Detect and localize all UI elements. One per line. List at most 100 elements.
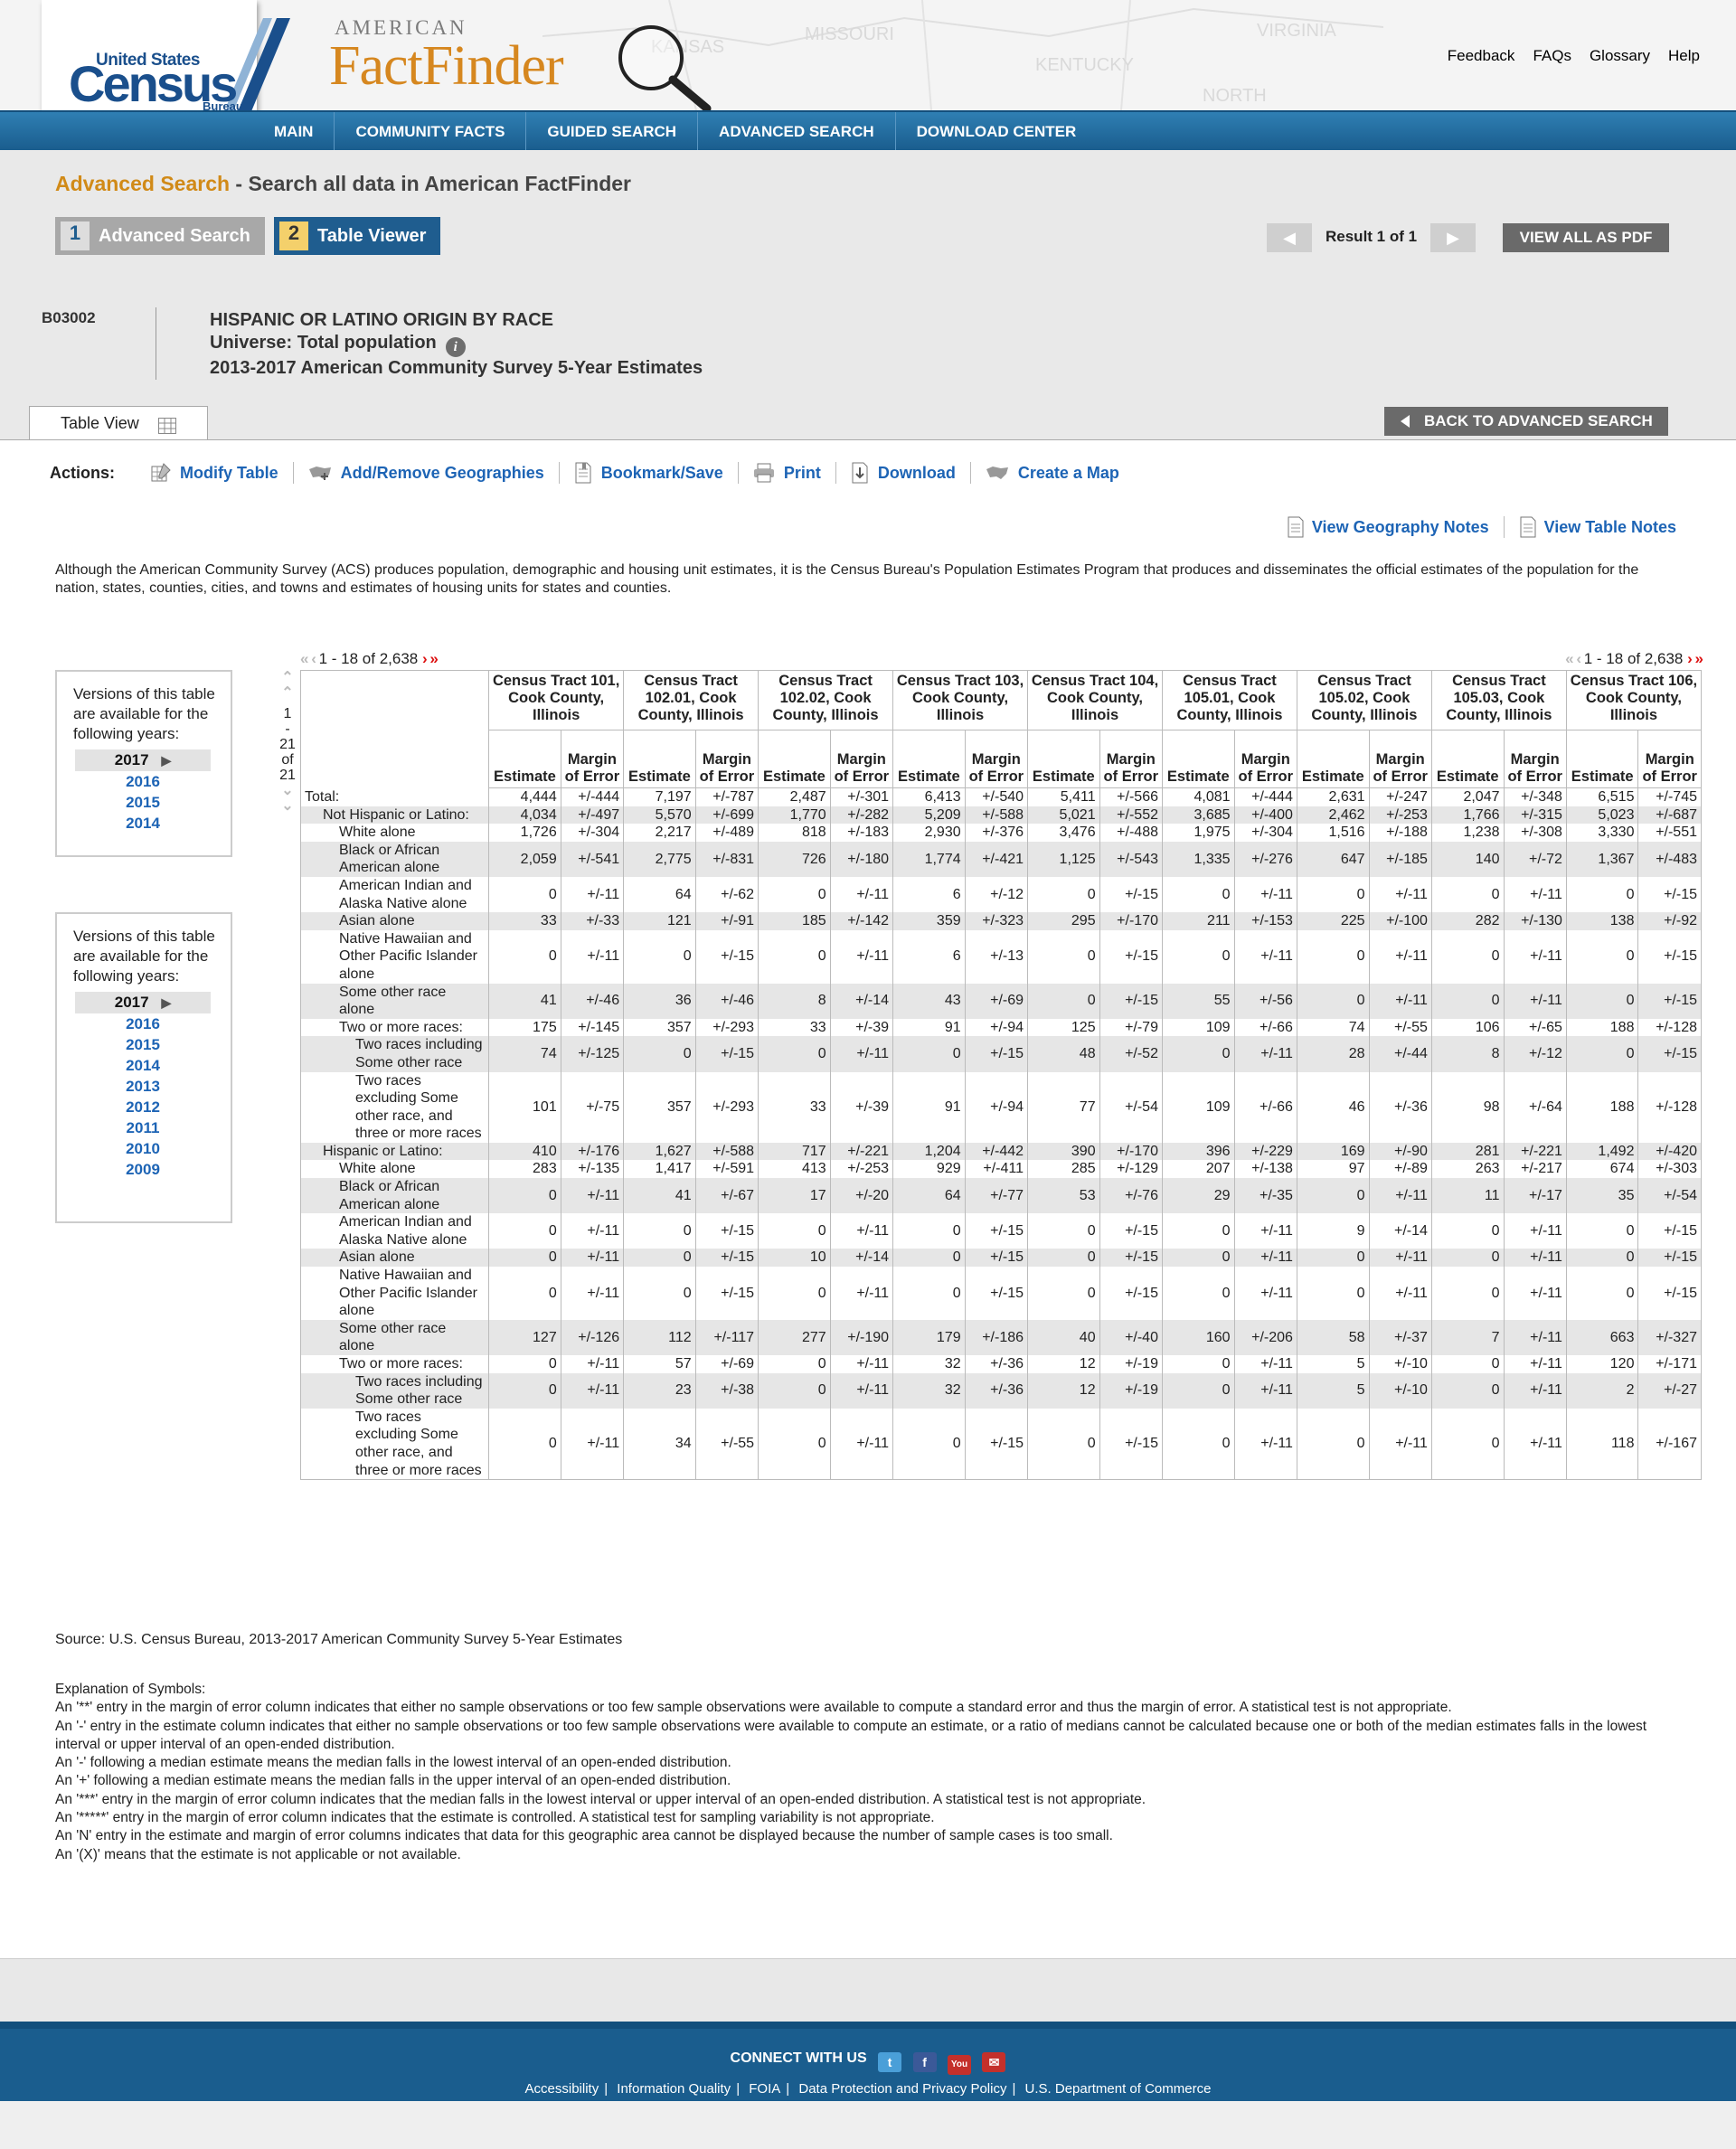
next-page-icon[interactable]: › [422,650,428,667]
margin-of-error-cell: +/-15 [694,1213,760,1249]
youtube-icon[interactable]: You [948,2055,971,2075]
view-all-as-pdf-button[interactable]: VIEW ALL AS PDF [1503,223,1669,252]
information-quality-link[interactable]: Information Quality [617,2081,731,2097]
note-label: View Geography Notes [1311,517,1489,536]
margin-of-error-cell: +/-14 [829,1249,894,1268]
twitter-icon[interactable]: t [878,2052,902,2072]
row-label: Two or more races: [299,1355,490,1373]
scroll-up-first-icon[interactable]: ⌃ [277,670,298,685]
first-page-icon[interactable]: « [1565,650,1574,667]
chevron-left-icon: ◀ [1283,229,1296,247]
last-page-icon[interactable]: » [1695,650,1704,667]
nav-download-center[interactable]: DOWNLOAD CENTER [896,112,1098,152]
view-geography-notes-link[interactable]: View Geography Notes [1272,516,1505,538]
row-label: Total: [299,787,490,806]
margin-of-error-cell: +/-33 [560,912,625,930]
privacy-policy-link[interactable]: Data Protection and Privacy Policy [798,2081,1006,2097]
year-link-4[interactable]: 2013 [75,1076,211,1097]
bookmark-save-button[interactable]: Bookmark/Save [560,462,739,484]
row-label: Black or African American alone [299,1178,490,1214]
estimate-cell: 0 [1565,876,1639,913]
estimate-cell: 33 [758,1071,831,1143]
previous-result-button[interactable]: ◀ [1267,223,1312,252]
row-label: Not Hispanic or Latino: [299,806,490,825]
explanation-heading: Explanation of Symbols: [55,1682,206,1697]
feedback-link[interactable]: Feedback [1448,47,1515,65]
estimate-cell: 0 [1296,983,1370,1019]
create-map-button[interactable]: Create a Map [971,462,1134,484]
add-remove-geographies-button[interactable]: Add/Remove Geographies [294,462,560,484]
year-link-3[interactable]: 2014 [75,813,211,834]
step-table-viewer[interactable]: 2 Table Viewer [274,217,440,255]
modify-table-button[interactable]: Modify Table [137,462,294,484]
glossary-link[interactable]: Glossary [1590,47,1650,65]
nav-guided-search[interactable]: GUIDED SEARCH [526,112,699,152]
first-page-icon[interactable]: « [300,650,309,667]
estimate-cell: 10 [758,1249,831,1268]
estimate-cell: 663 [1565,1319,1639,1355]
geography-header: Census Tract 105.02, Cook County, Illino… [1296,670,1432,730]
year-link-1[interactable]: 2016 [75,771,211,792]
year-link-6[interactable]: 2011 [75,1117,211,1138]
margin-of-error-cell: +/-171 [1637,1355,1702,1373]
department-of-commerce-link[interactable]: U.S. Department of Commerce [1025,2081,1212,2097]
margin-of-error-cell: +/-145 [560,1018,625,1037]
tab-table-view[interactable]: Table View [29,406,208,440]
estimate-cell: 11 [1430,1178,1505,1214]
margin-of-error-cell: +/-66 [1233,1018,1297,1037]
facebook-icon[interactable]: f [912,2052,937,2072]
estimate-cell: 6 [892,876,966,913]
accessibility-link[interactable]: Accessibility [525,2081,599,2097]
estimate-cell: 5 [1296,1355,1370,1373]
margin-of-error-cell: +/-488 [1099,824,1163,842]
next-page-icon[interactable]: › [1687,650,1693,667]
margin-of-error-cell: +/-46 [694,983,760,1019]
help-link[interactable]: Help [1668,47,1700,65]
margin-of-error-cell: +/-11 [1368,1178,1432,1214]
last-page-icon[interactable]: » [429,650,439,667]
foia-link[interactable]: FOIA [749,2081,780,2097]
nav-community-facts[interactable]: COMMUNITY FACTS [335,112,527,152]
year-link-5[interactable]: 2012 [75,1097,211,1117]
estimate-cell: 0 [892,1267,966,1320]
view-table-notes-link[interactable]: View Table Notes [1505,516,1691,538]
utility-links: Feedback FAQs Glossary Help [1448,47,1700,65]
document-icon [1288,516,1304,538]
estimate-cell: 0 [1296,1408,1370,1481]
next-result-button[interactable]: ▶ [1430,223,1476,252]
download-button[interactable]: Download [836,462,971,484]
nav-main[interactable]: MAIN [253,112,335,152]
scroll-down-last-icon[interactable]: ⌄ [277,798,298,814]
margin-of-error-cell: +/-15 [1637,1267,1702,1320]
margin-of-error-cell: +/-11 [1233,1355,1297,1373]
previous-page-icon[interactable]: ‹ [311,650,316,667]
year-link-7[interactable]: 2010 [75,1138,211,1159]
year-link-0[interactable]: 2017 [75,749,211,771]
scroll-up-icon[interactable]: ⌃ [277,685,298,701]
faqs-link[interactable]: FAQs [1533,47,1571,65]
census-bureau-logo[interactable]: United States Census Bureau [42,0,290,110]
print-button[interactable]: Print [739,462,836,484]
step-advanced-search[interactable]: 1 Advanced Search [55,217,265,255]
estimate-cell: 0 [1161,1355,1235,1373]
email-icon[interactable]: ✉ [982,2052,1006,2072]
year-link-2[interactable]: 2015 [75,1034,211,1055]
year-link-3[interactable]: 2014 [75,1055,211,1076]
estimate-cell: 0 [1027,1249,1100,1268]
year-link-2[interactable]: 2015 [75,792,211,813]
margin-of-error-cell: +/-15 [1099,983,1163,1019]
back-to-advanced-search-button[interactable]: BACK TO ADVANCED SEARCH [1384,407,1668,436]
info-icon[interactable]: i [445,337,466,357]
scroll-down-icon[interactable]: ⌄ [277,783,298,798]
nav-advanced-search[interactable]: ADVANCED SEARCH [698,112,896,152]
page-title-highlight: Advanced Search [55,172,231,195]
margin-of-error-cell: +/-153 [1233,912,1297,930]
estimate-cell: 0 [488,1249,561,1268]
previous-page-icon[interactable]: ‹ [1576,650,1581,667]
year-link-8[interactable]: 2009 [75,1159,211,1180]
year-link-0[interactable]: 2017 [75,992,211,1013]
estimate-cell: 6 [892,929,966,984]
year-link-1[interactable]: 2016 [75,1013,211,1034]
site-header: MISSOURI KENTUCKY VIRGINIA NORTH KANSAS … [0,0,1736,110]
factfinder-logo-text[interactable]: FactFinder [329,34,564,99]
